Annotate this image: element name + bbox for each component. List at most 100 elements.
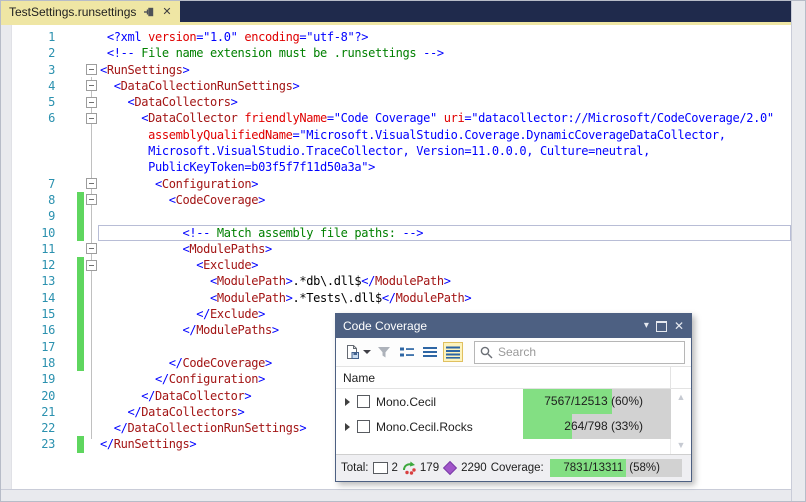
fold-toggle-icon[interactable] [86, 260, 97, 271]
code-token [437, 111, 444, 125]
code-line[interactable]: 11 <ModulePaths> [1, 241, 791, 257]
code-line[interactable]: 2 <!-- File name extension must be .runs… [1, 45, 791, 61]
line-number: 17 [11, 339, 55, 355]
scrollbar-track[interactable]: ▲ ▼ [670, 389, 691, 454]
code-token: > [368, 160, 375, 174]
code-token: DataCollector [155, 389, 244, 403]
code-token: </ [100, 421, 128, 435]
code-line[interactable]: 7 <Configuration> [1, 176, 791, 192]
code-token: uri [444, 111, 465, 125]
line-number: 9 [11, 208, 55, 224]
line-number: 22 [11, 420, 55, 436]
code-coverage-panel: Code Coverage ▾ ✕ [335, 313, 692, 482]
code-token: <!-- [100, 226, 217, 240]
pin-icon[interactable] [143, 6, 155, 18]
close-icon[interactable]: ✕ [674, 320, 684, 332]
code-token: < [100, 111, 148, 125]
change-indicator [77, 420, 84, 436]
coverage-bar: 7567/12513 (60%) [523, 389, 671, 414]
coverage-label: Coverage: [491, 462, 544, 474]
group-by-button[interactable] [397, 342, 417, 362]
code-line[interactable]: 10 <!-- Match assembly file paths: --> [1, 225, 791, 241]
code-line[interactable]: assemblyQualifiedName="Microsoft.VisualS… [1, 127, 791, 143]
code-token: CodeCoverage [183, 356, 266, 370]
fold-toggle-icon[interactable] [86, 194, 97, 205]
outline-margin [86, 110, 98, 126]
code-token: version [148, 30, 196, 44]
change-indicator [77, 404, 84, 420]
code-token: DataCollector [148, 111, 237, 125]
code-token: > [286, 291, 293, 305]
scroll-down-icon[interactable]: ▼ [677, 441, 686, 450]
code-token: > [258, 193, 265, 207]
search-input[interactable] [498, 345, 679, 359]
code-line[interactable]: 3<RunSettings> [1, 62, 791, 78]
fold-toggle-icon[interactable] [86, 80, 97, 91]
dropdown-caret-icon[interactable] [363, 350, 371, 354]
code-token: > [299, 421, 306, 435]
code-token: --> [423, 46, 444, 60]
tab-close-icon[interactable]: ✕ [162, 5, 171, 18]
methods-icon [443, 461, 457, 475]
line-view-button[interactable] [443, 342, 463, 362]
code-line[interactable]: 9 [1, 208, 791, 224]
coverage-text: 7567/12513 (60%) [523, 389, 671, 414]
change-indicator [77, 62, 84, 78]
expand-icon[interactable] [345, 423, 350, 431]
total-coverage-bar: 7831/13311 (58%) [550, 459, 682, 477]
line-number: 12 [11, 257, 55, 273]
code-token: --> [403, 226, 424, 240]
code-token: Exclude [210, 307, 258, 321]
totals-bar: Total: 2 179 2290 Coverage: 7831/13311 (… [336, 454, 691, 481]
document-tab[interactable]: TestSettings.runsettings ✕ [1, 1, 180, 22]
code-line[interactable]: 13 <ModulePath>.*db\.dll$</ModulePath> [1, 273, 791, 289]
search-box [474, 341, 685, 364]
outline-margin [86, 192, 98, 208]
expand-icon[interactable] [345, 398, 350, 406]
code-token: > [231, 95, 238, 109]
code-token: DataCollectors [141, 405, 237, 419]
fold-toggle-icon[interactable] [86, 113, 97, 124]
outline-margin [86, 355, 98, 371]
change-indicator [77, 127, 84, 143]
fold-toggle-icon[interactable] [86, 178, 97, 189]
panel-title-bar[interactable]: Code Coverage ▾ ✕ [336, 314, 691, 338]
outline-margin [86, 388, 98, 404]
code-line[interactable]: 8 <CodeCoverage> [1, 192, 791, 208]
code-token: > [293, 79, 300, 93]
results-menu-button[interactable] [342, 342, 362, 362]
window-menu-icon[interactable]: ▾ [644, 321, 649, 331]
grid-header[interactable]: Name [336, 366, 691, 389]
code-line[interactable]: 12 <Exclude> [1, 257, 791, 273]
code-text: Microsoft.VisualStudio.TraceCollector, V… [98, 143, 791, 159]
code-line[interactable]: 14 <ModulePath>.*Tests\.dll$</ModulePath… [1, 290, 791, 306]
code-token: < [100, 291, 217, 305]
checkbox[interactable] [357, 395, 370, 408]
code-token: RunSettings [114, 437, 190, 451]
code-token: < [100, 79, 121, 93]
scroll-up-icon[interactable]: ▲ [677, 393, 686, 402]
code-line[interactable]: 1 <?xml version="1.0" encoding="utf-8"?> [1, 29, 791, 45]
panel-title: Code Coverage [343, 319, 427, 333]
flat-list-button[interactable] [420, 342, 440, 362]
code-line[interactable]: 5 <DataCollectors> [1, 94, 791, 110]
fold-toggle-icon[interactable] [86, 64, 97, 75]
fold-toggle-icon[interactable] [86, 97, 97, 108]
outline-margin [86, 241, 98, 257]
maximize-icon[interactable] [656, 321, 667, 332]
checkbox[interactable] [357, 420, 370, 433]
code-line[interactable]: Microsoft.VisualStudio.TraceCollector, V… [1, 143, 791, 159]
code-text: <ModulePaths> [98, 241, 791, 257]
code-line[interactable]: PublicKeyToken=b03f5f7f11d50a3a"> [1, 159, 791, 175]
code-line[interactable]: 6 <DataCollector friendlyName="Code Cove… [1, 110, 791, 126]
code-token: < [100, 274, 217, 288]
filter-button[interactable] [374, 342, 394, 362]
table-row[interactable]: Mono.Cecil.Rocks264/798 (33%) [336, 414, 670, 439]
outline-margin [86, 176, 98, 192]
fold-toggle-icon[interactable] [86, 243, 97, 254]
code-token: </ [382, 291, 396, 305]
total-coverage-percent: (58%) [626, 459, 681, 477]
code-line[interactable]: 4 <DataCollectionRunSettings> [1, 78, 791, 94]
table-row[interactable]: Mono.Cecil7567/12513 (60%) [336, 389, 670, 414]
code-token: assemblyQualifiedName [148, 128, 292, 142]
